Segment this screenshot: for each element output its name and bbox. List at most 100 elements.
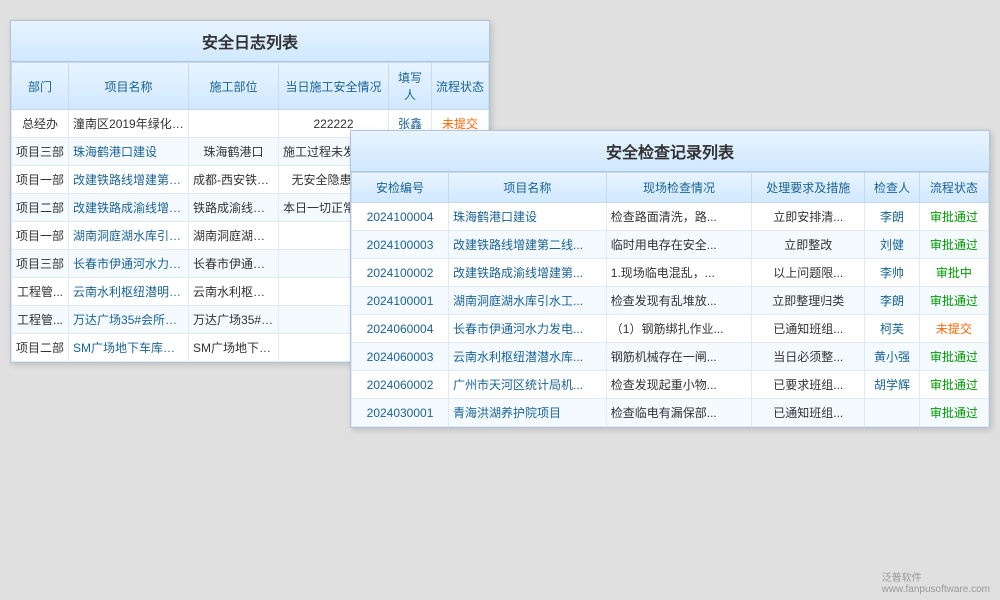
left-project-cell: 潼南区2019年绿化补贴项... <box>69 110 189 138</box>
left-dept-cell: 工程管... <box>12 278 69 306</box>
left-table-header-row: 部门 项目名称 施工部位 当日施工安全情况 填写人 流程状态 <box>12 63 489 110</box>
right-inspector-cell: 柯芙 <box>865 315 920 343</box>
left-dept-cell: 项目二部 <box>12 334 69 362</box>
right-status-cell: 审批通过 <box>919 371 988 399</box>
left-dept-cell: 项目一部 <box>12 166 69 194</box>
right-id-cell[interactable]: 2024060004 <box>352 315 449 343</box>
right-project-cell[interactable]: 长春市伊通河水力发电... <box>449 315 607 343</box>
right-measure-cell: 已要求班组... <box>752 371 865 399</box>
right-panel-title: 安全检查记录列表 <box>351 131 989 172</box>
left-project-cell[interactable]: 云南水利枢纽潜明水库一... <box>69 278 189 306</box>
left-col-person: 填写人 <box>389 63 432 110</box>
right-inspector-cell: 胡学辉 <box>865 371 920 399</box>
right-project-cell[interactable]: 湖南洞庭湖水库引水工... <box>449 287 607 315</box>
right-inspector-cell: 李帅 <box>865 259 920 287</box>
right-table-row: 2024060004长春市伊通河水力发电...（1）钢筋绑扎作业...已通知班组… <box>352 315 989 343</box>
right-table-row: 2024100004珠海鹤港口建设检查路面清洗，路...立即安排清...李朗审批… <box>352 203 989 231</box>
main-container: 安全日志列表 部门 项目名称 施工部位 当日施工安全情况 填写人 流程状态 总经… <box>0 0 1000 600</box>
right-table-row: 2024030001青海洪湖养护院项目检查临电有漏保部...已通知班组... 审批… <box>352 399 989 427</box>
right-inspection-cell: 检查发现有乱堆放... <box>606 287 752 315</box>
right-id-cell[interactable]: 2024100003 <box>352 231 449 259</box>
left-project-cell[interactable]: 改建铁路线增建第二线直... <box>69 166 189 194</box>
left-col-safety: 当日施工安全情况 <box>279 63 389 110</box>
right-status-cell: 审批通过 <box>919 203 988 231</box>
right-project-cell[interactable]: 广州市天河区统计局机... <box>449 371 607 399</box>
right-id-cell[interactable]: 2024030001 <box>352 399 449 427</box>
right-inspector-cell: 李朗 <box>865 203 920 231</box>
right-project-cell[interactable]: 珠海鹤港口建设 <box>449 203 607 231</box>
right-col-project: 项目名称 <box>449 173 607 203</box>
right-measure-cell: 已通知班组... <box>752 399 865 427</box>
right-table: 安检编号 项目名称 现场检查情况 处理要求及措施 检查人 流程状态 202410… <box>351 172 989 427</box>
left-col-status: 流程状态 <box>431 63 488 110</box>
right-id-cell[interactable]: 2024060002 <box>352 371 449 399</box>
left-project-cell[interactable]: 湖南洞庭湖水库引水工程... <box>69 222 189 250</box>
left-dept-cell: 项目二部 <box>12 194 69 222</box>
right-inspection-cell: （1）钢筋绑扎作业... <box>606 315 752 343</box>
right-project-cell[interactable]: 云南水利枢纽潜潜水库... <box>449 343 607 371</box>
left-location-cell: 铁路成渝线（成... <box>189 194 279 222</box>
right-table-row: 2024100002改建铁路成渝线增建第...1.现场临电混乱，...以上问题限… <box>352 259 989 287</box>
right-measure-cell: 立即安排清... <box>752 203 865 231</box>
right-status-cell: 审批中 <box>919 259 988 287</box>
right-measure-cell: 立即整理归类 <box>752 287 865 315</box>
left-location-cell: 湖南洞庭湖水库 <box>189 222 279 250</box>
right-table-body: 2024100004珠海鹤港口建设检查路面清洗，路...立即安排清...李朗审批… <box>352 203 989 427</box>
watermark: 泛普软件 www.fanpusoftware.com <box>882 569 990 595</box>
left-location-cell: 珠海鹤港口 <box>189 138 279 166</box>
right-panel: 安全检查记录列表 安检编号 项目名称 现场检查情况 处理要求及措施 检查人 流程… <box>350 130 990 428</box>
right-project-cell[interactable]: 改建铁路成渝线增建第... <box>449 259 607 287</box>
right-status-cell: 审批通过 <box>919 399 988 427</box>
right-status-cell: 审批通过 <box>919 231 988 259</box>
right-project-cell[interactable]: 改建铁路线增建第二线... <box>449 231 607 259</box>
left-dept-cell: 项目三部 <box>12 250 69 278</box>
left-project-cell[interactable]: SM广场地下车库更换摄... <box>69 334 189 362</box>
left-project-cell[interactable]: 万达广场35#会所及咖啡... <box>69 306 189 334</box>
left-project-cell[interactable]: 珠海鹤港口建设 <box>69 138 189 166</box>
right-inspection-cell: 临时用电存在安全... <box>606 231 752 259</box>
right-col-id: 安检编号 <box>352 173 449 203</box>
right-status-cell: 未提交 <box>919 315 988 343</box>
right-id-cell[interactable]: 2024100001 <box>352 287 449 315</box>
left-location-cell: 成都-西安铁路... <box>189 166 279 194</box>
right-inspection-cell: 1.现场临电混乱，... <box>606 259 752 287</box>
right-table-row: 2024100001湖南洞庭湖水库引水工...检查发现有乱堆放...立即整理归类… <box>352 287 989 315</box>
right-inspection-cell: 检查临电有漏保部... <box>606 399 752 427</box>
left-col-project: 项目名称 <box>69 63 189 110</box>
watermark-url: www.fanpusoftware.com <box>882 584 990 595</box>
right-status-cell: 审批通过 <box>919 287 988 315</box>
left-location-cell: 长春市伊通河水... <box>189 250 279 278</box>
left-project-cell[interactable]: 改建铁路成渝线增建第二... <box>69 194 189 222</box>
left-location-cell: 云南水利枢纽潜... <box>189 278 279 306</box>
right-table-row: 2024100003改建铁路线增建第二线...临时用电存在安全...立即整改刘健… <box>352 231 989 259</box>
watermark-brand: 泛普软件 <box>882 569 990 584</box>
right-col-measure: 处理要求及措施 <box>752 173 865 203</box>
left-location-cell: SM广场地下车库 <box>189 334 279 362</box>
right-measure-cell: 当日必须整... <box>752 343 865 371</box>
right-id-cell[interactable]: 2024100002 <box>352 259 449 287</box>
left-dept-cell: 项目一部 <box>12 222 69 250</box>
right-inspection-cell: 检查路面清洗，路... <box>606 203 752 231</box>
right-table-header-row: 安检编号 项目名称 现场检查情况 处理要求及措施 检查人 流程状态 <box>352 173 989 203</box>
right-measure-cell: 已通知班组... <box>752 315 865 343</box>
right-project-cell[interactable]: 青海洪湖养护院项目 <box>449 399 607 427</box>
right-col-inspection: 现场检查情况 <box>606 173 752 203</box>
right-table-row: 2024060003云南水利枢纽潜潜水库...钢筋机械存在一闸...当日必须整.… <box>352 343 989 371</box>
left-location-cell: 万达广场35#会... <box>189 306 279 334</box>
right-inspector-cell: 黄小强 <box>865 343 920 371</box>
left-dept-cell: 总经办 <box>12 110 69 138</box>
right-inspector-cell <box>865 399 920 427</box>
right-measure-cell: 以上问题限... <box>752 259 865 287</box>
right-inspection-cell: 钢筋机械存在一闸... <box>606 343 752 371</box>
right-id-cell[interactable]: 2024100004 <box>352 203 449 231</box>
left-col-location: 施工部位 <box>189 63 279 110</box>
left-location-cell <box>189 110 279 138</box>
right-inspector-cell: 李朗 <box>865 287 920 315</box>
left-dept-cell: 工程管... <box>12 306 69 334</box>
left-project-cell[interactable]: 长春市伊通河水力发电厂... <box>69 250 189 278</box>
left-panel-title: 安全日志列表 <box>11 21 489 62</box>
right-status-cell: 审批通过 <box>919 343 988 371</box>
right-table-row: 2024060002广州市天河区统计局机...检查发现起重小物...已要求班组.… <box>352 371 989 399</box>
left-dept-cell: 项目三部 <box>12 138 69 166</box>
right-id-cell[interactable]: 2024060003 <box>352 343 449 371</box>
